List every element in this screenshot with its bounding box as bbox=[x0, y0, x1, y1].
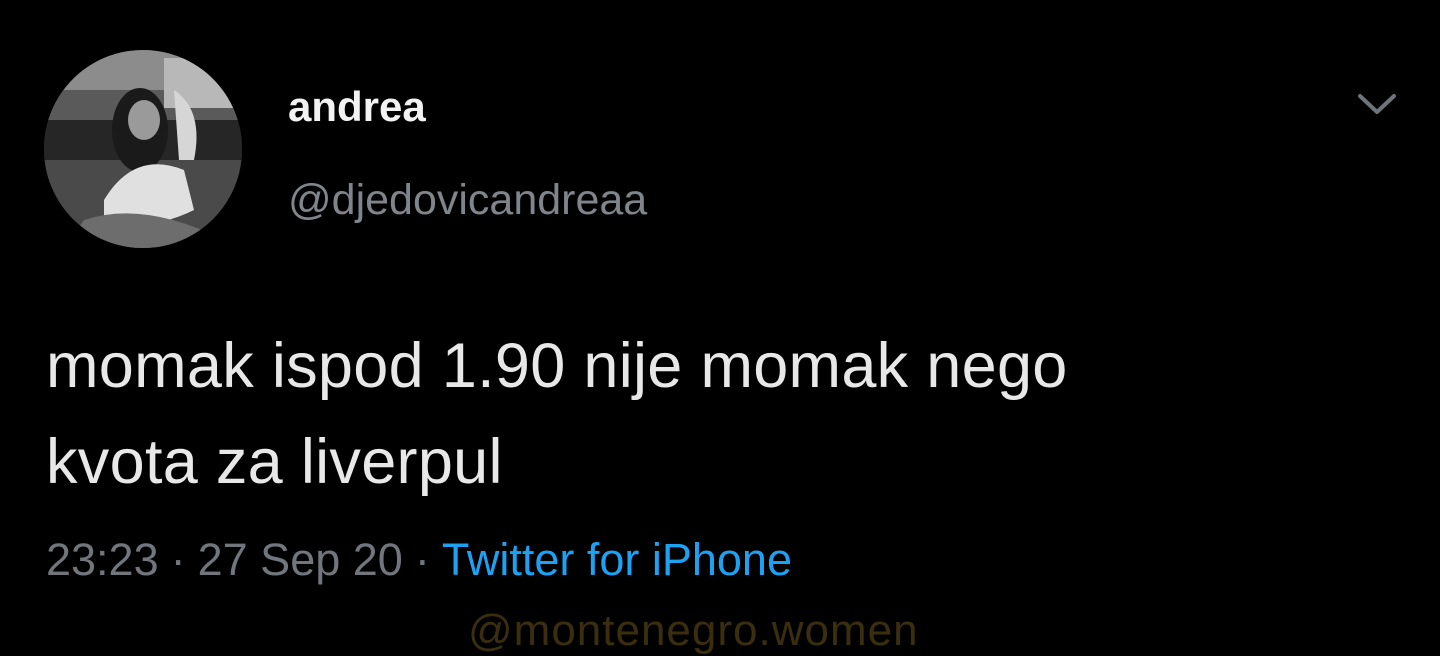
watermark: @montenegro.women bbox=[468, 606, 919, 655]
profile-photo-icon bbox=[44, 50, 242, 248]
meta-separator: · bbox=[414, 534, 430, 585]
tweet-text-line: momak ispod 1.90 nije momak nego bbox=[46, 331, 1068, 401]
meta-separator: · bbox=[170, 534, 186, 585]
chevron-down-icon[interactable] bbox=[1352, 82, 1402, 126]
author-handle[interactable]: @djedovicandreaa bbox=[288, 174, 647, 226]
tweet-time: 23:23 bbox=[46, 534, 159, 585]
tweet-source-link[interactable]: Twitter for iPhone bbox=[442, 534, 792, 585]
avatar[interactable] bbox=[44, 50, 242, 248]
tweet-date: 27 Sep 20 bbox=[197, 534, 403, 585]
tweet-meta: 23:23 · 27 Sep 20 · Twitter for iPhone bbox=[46, 530, 792, 590]
tweet-card: andrea @djedovicandreaa momak ispod 1.90… bbox=[0, 0, 1440, 655]
author-display-name[interactable]: andrea bbox=[288, 82, 426, 132]
tweet-text: momak ispod 1.90 nije momak nego kvota z… bbox=[46, 318, 1416, 510]
tweet-text-line: kvota za liverpul bbox=[46, 427, 503, 497]
